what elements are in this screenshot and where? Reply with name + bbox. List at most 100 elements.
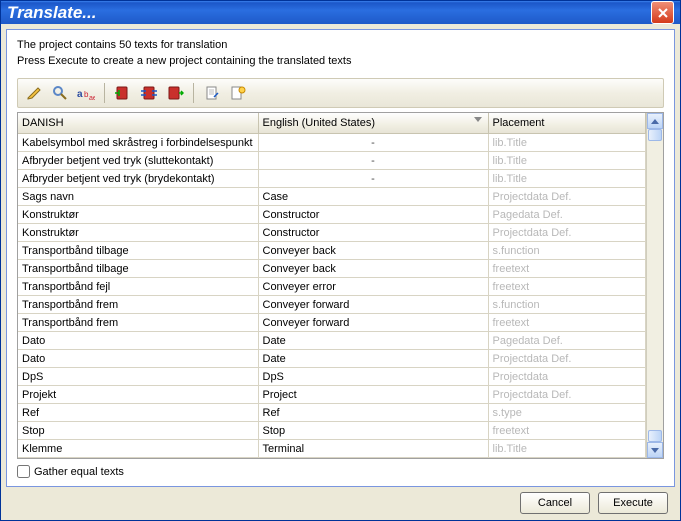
window-title: Translate... [7, 3, 649, 23]
cell-translation[interactable]: Conveyer error [258, 278, 488, 296]
grid-table: DANISH English (United States) Placement… [18, 113, 646, 458]
text-button[interactable]: abae [74, 81, 98, 105]
cell-placement: freetext [488, 422, 646, 440]
table-row[interactable]: Transportbånd fremConveyer forwardfreete… [18, 314, 646, 332]
cell-translation[interactable]: Ref [258, 404, 488, 422]
scroll-thumb[interactable] [648, 430, 662, 442]
table-row[interactable]: Sags navnCaseProjectdata Def. [18, 188, 646, 206]
cell-source[interactable]: Transportbånd tilbage [18, 260, 258, 278]
gather-equal-row: Gather equal texts [17, 465, 664, 478]
cell-translation[interactable]: Conveyer back [258, 260, 488, 278]
translation-grid: DANISH English (United States) Placement… [17, 112, 664, 459]
cell-placement: freetext [488, 314, 646, 332]
cell-translation[interactable]: Conveyer back [258, 242, 488, 260]
svg-text:ae: ae [89, 95, 95, 100]
cell-source[interactable]: Projekt [18, 386, 258, 404]
table-row[interactable]: DatoDateProjectdata Def. [18, 350, 646, 368]
vertical-scrollbar[interactable] [646, 113, 663, 458]
cell-source[interactable]: Konstruktør [18, 206, 258, 224]
gather-equal-checkbox[interactable] [17, 465, 30, 478]
cell-placement: lib.Title [488, 134, 646, 152]
cell-translation[interactable]: DpS [258, 368, 488, 386]
cell-source[interactable]: DpS [18, 368, 258, 386]
cell-source[interactable]: Dato [18, 332, 258, 350]
book-left-icon [114, 85, 132, 101]
button-bar: Cancel Execute [1, 492, 680, 520]
cell-source[interactable]: Kabelsymbol med skråstreg i forbindelses… [18, 134, 258, 152]
cell-placement: lib.Title [488, 152, 646, 170]
cell-translation[interactable]: Date [258, 350, 488, 368]
cell-source[interactable]: Afbryder betjent ved tryk (brydekontakt) [18, 170, 258, 188]
cancel-button[interactable]: Cancel [520, 492, 590, 514]
table-row[interactable]: Transportbånd fejlConveyer errorfreetext [18, 278, 646, 296]
table-row[interactable]: Transportbånd tilbageConveyer backfreete… [18, 260, 646, 278]
cell-translation[interactable]: Terminal [258, 440, 488, 458]
table-row[interactable]: Transportbånd tilbageConveyer backs.func… [18, 242, 646, 260]
scroll-down-button[interactable] [647, 442, 663, 458]
edit-button[interactable] [22, 81, 46, 105]
table-row[interactable]: Afbryder betjent ved tryk (brydekontakt)… [18, 170, 646, 188]
cell-translation[interactable]: Date [258, 332, 488, 350]
cell-placement: s.type [488, 404, 646, 422]
cell-translation[interactable]: - [258, 134, 488, 152]
column-placement[interactable]: Placement [488, 113, 646, 134]
titlebar[interactable]: Translate... [1, 1, 680, 24]
cell-source[interactable]: Konstruktør [18, 224, 258, 242]
cell-translation[interactable]: - [258, 170, 488, 188]
cell-source[interactable]: Stop [18, 422, 258, 440]
table-row[interactable]: RefRefs.type [18, 404, 646, 422]
table-row[interactable]: ProjektProjectProjectdata Def. [18, 386, 646, 404]
page-button[interactable] [200, 81, 224, 105]
scroll-thumb[interactable] [648, 129, 662, 141]
column-english-label: English (United States) [263, 117, 376, 129]
column-english[interactable]: English (United States) [258, 113, 488, 134]
cell-translation[interactable]: Stop [258, 422, 488, 440]
cell-source[interactable]: Afbryder betjent ved tryk (sluttekontakt… [18, 152, 258, 170]
cell-translation[interactable]: Conveyer forward [258, 296, 488, 314]
sort-desc-icon [474, 117, 482, 122]
cell-source[interactable]: Klemme [18, 440, 258, 458]
table-row[interactable]: KonstruktørConstructorProjectdata Def. [18, 224, 646, 242]
table-row[interactable]: DatoDatePagedata Def. [18, 332, 646, 350]
table-row[interactable]: DpSDpSProjectdata [18, 368, 646, 386]
dict-swap-button[interactable] [137, 81, 161, 105]
close-button[interactable] [651, 1, 674, 24]
text-icon: abae [77, 86, 95, 100]
dict-from-button[interactable] [111, 81, 135, 105]
column-danish[interactable]: DANISH [18, 113, 258, 134]
table-row[interactable]: Transportbånd fremConveyer forwards.func… [18, 296, 646, 314]
table-row[interactable]: StopStopfreetext [18, 422, 646, 440]
cell-translation[interactable]: Constructor [258, 224, 488, 242]
cell-translation[interactable]: Constructor [258, 206, 488, 224]
cell-translation[interactable]: Conveyer forward [258, 314, 488, 332]
cell-translation[interactable]: - [258, 152, 488, 170]
dict-to-button[interactable] [163, 81, 187, 105]
cell-placement: lib.Title [488, 440, 646, 458]
pencil-icon [26, 85, 42, 101]
table-row[interactable]: Kabelsymbol med skråstreg i forbindelses… [18, 134, 646, 152]
cell-placement: s.function [488, 296, 646, 314]
cell-source[interactable]: Sags navn [18, 188, 258, 206]
cell-translation[interactable]: Case [258, 188, 488, 206]
scroll-up-button[interactable] [647, 113, 663, 129]
table-row[interactable]: Afbryder betjent ved tryk (sluttekontakt… [18, 152, 646, 170]
cell-source[interactable]: Transportbånd frem [18, 314, 258, 332]
arrow-down-icon [651, 448, 659, 453]
search-button[interactable] [48, 81, 72, 105]
cell-source[interactable]: Dato [18, 350, 258, 368]
cell-placement: Pagedata Def. [488, 206, 646, 224]
page-new-button[interactable] [226, 81, 250, 105]
toolbar-separator [193, 83, 194, 103]
cell-source[interactable]: Transportbånd frem [18, 296, 258, 314]
cell-source[interactable]: Ref [18, 404, 258, 422]
table-row[interactable]: KlemmeTerminallib.Title [18, 440, 646, 458]
cell-source[interactable]: Transportbånd fejl [18, 278, 258, 296]
gather-equal-label[interactable]: Gather equal texts [34, 466, 124, 478]
cell-translation[interactable]: Project [258, 386, 488, 404]
table-row[interactable]: KonstruktørConstructorPagedata Def. [18, 206, 646, 224]
book-swap-icon [140, 85, 158, 101]
cell-source[interactable]: Transportbånd tilbage [18, 242, 258, 260]
cell-placement: Projectdata Def. [488, 188, 646, 206]
execute-button[interactable]: Execute [598, 492, 668, 514]
description-line-2: Press Execute to create a new project co… [17, 54, 664, 68]
